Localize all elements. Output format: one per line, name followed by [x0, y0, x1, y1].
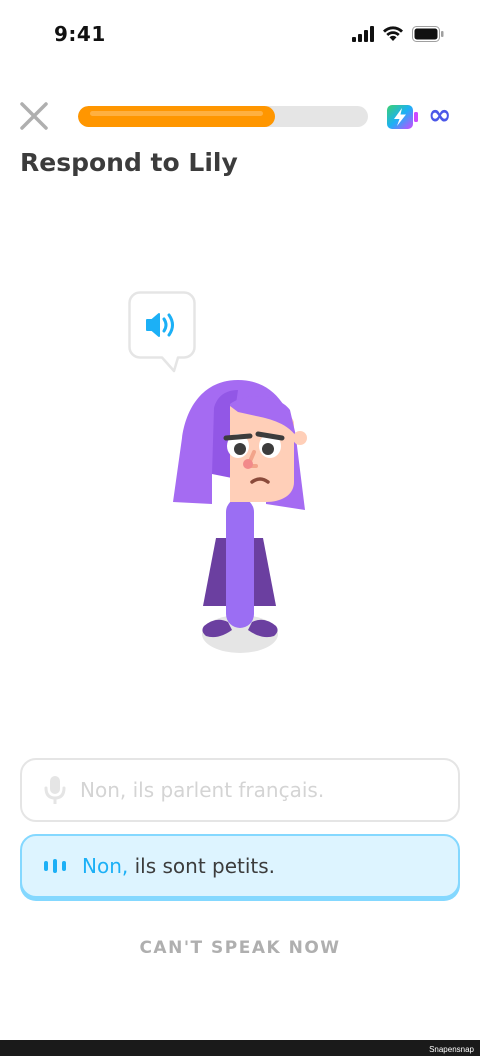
play-audio-button[interactable]: [128, 291, 196, 373]
energy-count: ∞: [428, 98, 452, 131]
bottom-bar: Snapensnap: [0, 1040, 480, 1056]
spoken-highlight: Non,: [82, 854, 129, 878]
cant-speak-now-button[interactable]: CAN'T SPEAK NOW: [0, 938, 480, 958]
answer-option-active[interactable]: Non, ils sont petits.: [20, 834, 460, 898]
signal-icon: [352, 26, 374, 42]
status-bar: 9:41: [0, 0, 480, 72]
close-icon[interactable]: [16, 98, 52, 134]
lily-character: [173, 380, 307, 653]
status-icons: [352, 26, 444, 42]
sound-wave-icon: [44, 859, 66, 873]
status-time: 9:41: [54, 22, 106, 46]
wifi-icon: [383, 26, 403, 41]
battery-icon: [412, 26, 444, 42]
progress-bar: [78, 106, 368, 127]
answer-option-text: Non, ils parlent français.: [80, 778, 325, 802]
answer-option-text: Non, ils sont petits.: [82, 854, 275, 878]
page-title: Respond to Lily: [20, 148, 238, 177]
energy-icon: [387, 105, 418, 129]
energy-indicator[interactable]: ∞: [386, 98, 452, 131]
answer-option-disabled[interactable]: Non, ils parlent français.: [20, 758, 460, 822]
microphone-icon: [44, 776, 66, 804]
watermark: Snapensnap: [429, 1045, 474, 1054]
progress-fill: [78, 106, 276, 127]
remaining-text: ils sont petits.: [128, 854, 276, 878]
